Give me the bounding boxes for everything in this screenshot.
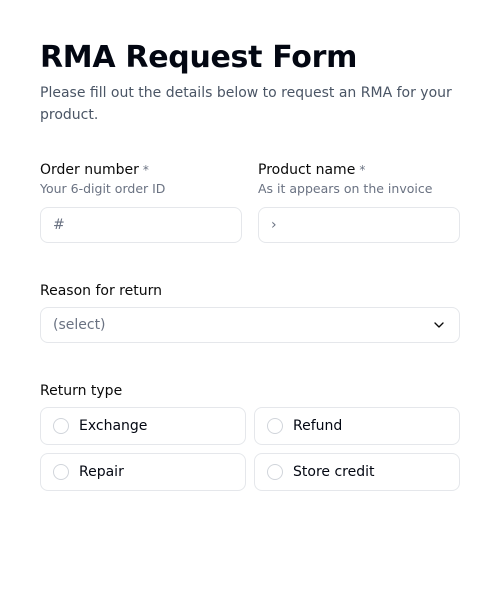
radio-indicator-icon — [53, 418, 69, 434]
reason-select-placeholder: (select) — [53, 317, 106, 333]
page-title: RMA Request Form — [40, 40, 460, 75]
order-number-description: Your 6-digit order ID — [40, 180, 242, 199]
return-type-section: Return type Exchange Refund Repair Store… — [40, 383, 460, 491]
reason-select[interactable]: (select) — [40, 307, 460, 343]
page-subtitle: Please fill out the details below to req… — [40, 83, 460, 126]
reason-section: Reason for return (select) — [40, 283, 460, 343]
product-name-field: Product name * As it appears on the invo… — [258, 162, 460, 243]
order-number-input[interactable] — [40, 207, 242, 243]
return-type-label: Return type — [40, 383, 460, 399]
required-asterisk: * — [143, 163, 149, 177]
chevron-down-icon — [431, 317, 447, 333]
return-type-option-label: Repair — [79, 464, 124, 480]
order-number-label-text: Order number — [40, 162, 139, 178]
return-type-option-refund[interactable]: Refund — [254, 407, 460, 445]
return-type-option-label: Store credit — [293, 464, 374, 480]
return-type-option-label: Refund — [293, 418, 342, 434]
radio-indicator-icon — [53, 464, 69, 480]
product-name-label-text: Product name — [258, 162, 355, 178]
required-asterisk: * — [359, 163, 365, 177]
return-type-option-label: Exchange — [79, 418, 147, 434]
order-product-row: Order number * Your 6-digit order ID Pro… — [40, 162, 460, 243]
reason-label: Reason for return — [40, 283, 460, 299]
return-type-option-repair[interactable]: Repair — [40, 453, 246, 491]
product-name-description: As it appears on the invoice — [258, 180, 460, 199]
radio-indicator-icon — [267, 418, 283, 434]
order-number-field: Order number * Your 6-digit order ID — [40, 162, 242, 243]
return-type-radiogroup: Exchange Refund Repair Store credit — [40, 407, 460, 491]
radio-indicator-icon — [267, 464, 283, 480]
product-name-input[interactable] — [258, 207, 460, 243]
order-number-label: Order number * — [40, 162, 242, 178]
return-type-option-store-credit[interactable]: Store credit — [254, 453, 460, 491]
return-type-option-exchange[interactable]: Exchange — [40, 407, 246, 445]
product-name-label: Product name * — [258, 162, 460, 178]
